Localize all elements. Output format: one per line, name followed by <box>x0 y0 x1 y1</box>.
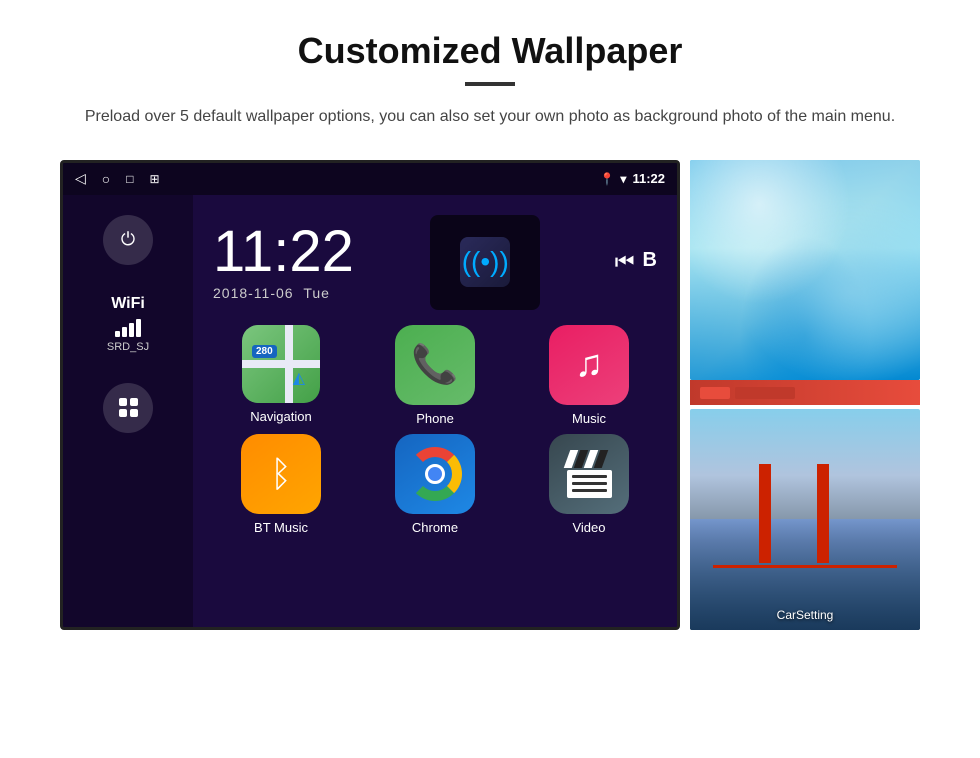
phone-shape: 📞 <box>411 343 458 387</box>
wifi-icon: ▾ <box>620 172 626 186</box>
chrome-ring <box>408 447 462 501</box>
clapper-line-1 <box>572 475 607 478</box>
status-time: 11:22 <box>632 171 665 186</box>
grid-dot-2 <box>130 398 138 406</box>
wifi-bar-3 <box>129 323 134 337</box>
clock-info: 11:22 2018-11-06 Tue <box>213 223 354 301</box>
chrome-icon-container <box>395 434 475 514</box>
apps-grid-icon <box>119 398 138 417</box>
media-symbol: ((•)) <box>462 246 509 278</box>
clapper-top <box>567 450 612 468</box>
nav-pin: ◭ <box>293 368 305 388</box>
left-sidebar: ⏻ WiFi SRD_SJ <box>63 195 193 627</box>
wallpaper-bridge[interactable]: CarSetting <box>690 409 920 630</box>
car-setting-label: CarSetting <box>777 608 834 622</box>
home-icon[interactable]: ○ <box>102 171 110 187</box>
nav-buttons: ◁ ○ □ ⊞ <box>75 170 160 187</box>
clapper-lines <box>572 475 607 492</box>
app-item-navigation[interactable]: 280 ◭ Navigation <box>208 325 354 426</box>
video-label: Video <box>572 520 605 535</box>
clock-time: 11:22 <box>213 223 354 281</box>
clock-area: 11:22 2018-11-06 Tue ((•)) ⏮ <box>203 205 667 325</box>
wifi-ssid: SRD_SJ <box>107 341 149 353</box>
grid-dot-3 <box>119 409 127 417</box>
video-clapper <box>567 450 612 498</box>
ice-cave-bg <box>690 160 920 381</box>
apps-button[interactable] <box>103 383 153 433</box>
page-subtitle: Preload over 5 default wallpaper options… <box>60 104 920 130</box>
phone-label: Phone <box>416 411 454 426</box>
clapper-line-2 <box>572 482 607 485</box>
music-icon: ♫ <box>549 325 629 405</box>
music-note: ♫ <box>575 343 604 386</box>
content-area: ◁ ○ □ ⊞ 📍 ▾ 11:22 <box>60 160 920 630</box>
app-item-chrome[interactable]: Chrome <box>362 434 508 535</box>
recent-icon[interactable]: □ <box>126 172 133 186</box>
ice-accent <box>690 160 920 381</box>
chrome-label: Chrome <box>412 520 458 535</box>
location-icon: 📍 <box>599 172 614 186</box>
page-wrapper: Customized Wallpaper Preload over 5 defa… <box>0 0 980 650</box>
bridge-deck <box>713 565 897 568</box>
app-item-music[interactable]: ♫ Music <box>516 325 662 426</box>
navigation-icon: 280 ◭ <box>242 325 320 403</box>
clock-date: 2018-11-06 Tue <box>213 285 354 301</box>
status-bar: ◁ ○ □ ⊞ 📍 ▾ 11:22 <box>63 163 677 195</box>
media-widget: ((•)) <box>430 215 540 310</box>
status-indicators: 📍 ▾ 11:22 <box>599 171 665 186</box>
clapper-body <box>567 470 612 498</box>
media-controls: ⏮ B <box>615 249 657 275</box>
bt-icon: ᛒ <box>241 434 321 514</box>
music-label: Music <box>572 411 606 426</box>
chrome-center <box>425 464 445 484</box>
grid-dot-1 <box>119 398 127 406</box>
wifi-bar-2 <box>122 327 127 337</box>
app-item-bt-music[interactable]: ᛒ BT Music <box>208 434 354 535</box>
media-icon: ((•)) <box>460 237 510 287</box>
wallpaper-panels: CarSetting <box>690 160 920 630</box>
app-item-video[interactable]: Video <box>516 434 662 535</box>
wallpaper-ice-cave[interactable] <box>690 160 920 381</box>
shelf-item <box>700 387 730 399</box>
app-grid: 280 ◭ Navigation 📞 Phone <box>203 325 667 535</box>
bridge-tower-right <box>817 464 829 563</box>
phone-icon: 📞 <box>395 325 475 405</box>
grid-dot-4 <box>130 409 138 417</box>
prev-track-icon[interactable]: ⏮ <box>615 249 635 275</box>
screen-body: ⏻ WiFi SRD_SJ <box>63 195 677 627</box>
wifi-bars <box>107 317 149 337</box>
bridge-scene-bg <box>690 409 920 630</box>
bt-symbol: ᛒ <box>270 453 292 495</box>
page-title: Customized Wallpaper <box>60 30 920 72</box>
clapper-line-3 <box>572 489 607 492</box>
power-button[interactable]: ⏻ <box>103 215 153 265</box>
nav-road-v <box>285 325 293 403</box>
power-icon: ⏻ <box>121 229 135 250</box>
main-area: 11:22 2018-11-06 Tue ((•)) ⏮ <box>193 195 677 627</box>
wifi-bar-1 <box>115 331 120 337</box>
android-screen: ◁ ○ □ ⊞ 📍 ▾ 11:22 <box>60 160 680 630</box>
bt-music-label: BT Music <box>254 520 308 535</box>
nav-badge: 280 <box>252 345 277 358</box>
video-icon <box>549 434 629 514</box>
track-label: B <box>643 249 657 275</box>
app-item-phone[interactable]: 📞 Phone <box>362 325 508 426</box>
screenshot-icon: ⊞ <box>150 172 160 186</box>
wifi-label: WiFi <box>107 295 149 313</box>
shelf-item-2 <box>735 387 795 399</box>
wifi-bar-4 <box>136 319 141 337</box>
back-icon[interactable]: ◁ <box>75 170 86 187</box>
nav-road-h <box>242 360 320 368</box>
shelf-bar <box>690 380 920 405</box>
wifi-info: WiFi SRD_SJ <box>107 295 149 353</box>
navigation-label: Navigation <box>250 409 311 424</box>
bridge-tower-left <box>759 464 771 563</box>
title-underline <box>465 82 515 86</box>
